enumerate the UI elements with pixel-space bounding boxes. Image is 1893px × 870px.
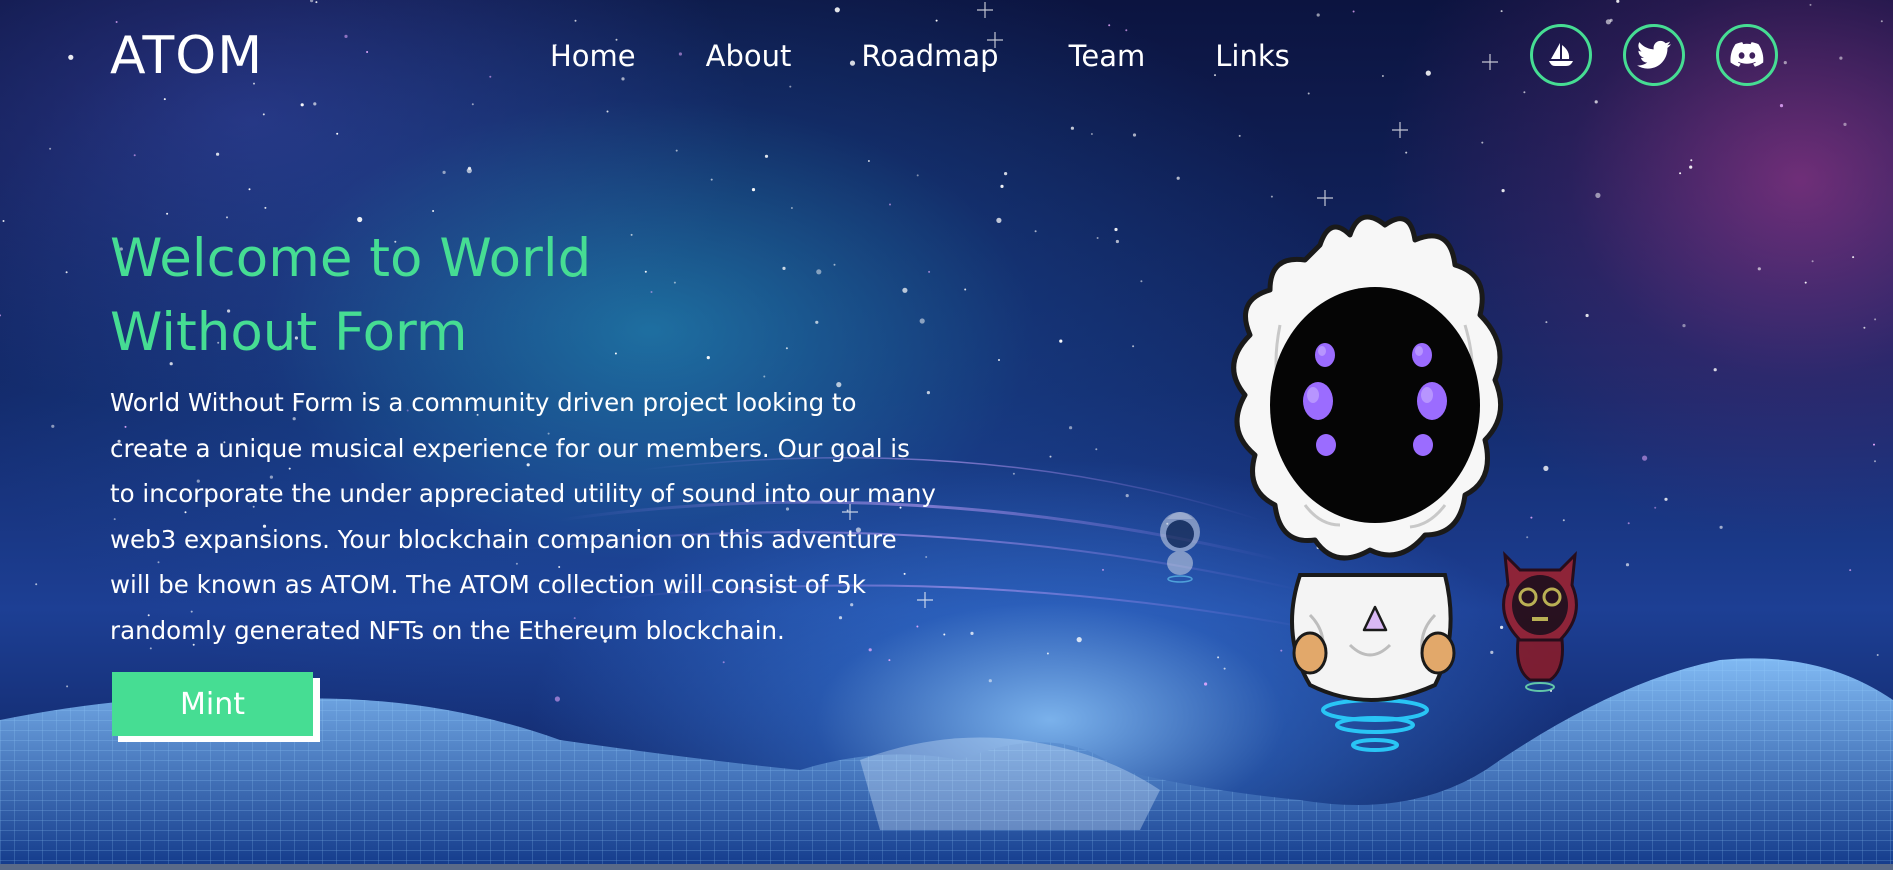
discord-icon	[1730, 42, 1764, 67]
hero-description: World Without Form is a community driven…	[110, 388, 936, 645]
nav-roadmap[interactable]: Roadmap	[861, 36, 998, 76]
small-atom-character-left	[1160, 512, 1200, 583]
nav-team[interactable]: Team	[1069, 36, 1146, 76]
small-atom-character-right	[1502, 550, 1578, 692]
twitter-link-button[interactable]	[1623, 24, 1685, 86]
hero-section: ATOM Home About Roadmap Team Links Welco…	[0, 0, 1893, 870]
nav-home[interactable]: Home	[550, 36, 636, 76]
discord-link-button[interactable]	[1716, 24, 1778, 86]
mint-button-wrapper: Mint	[112, 672, 320, 742]
hero-title: Welcome to World Without Form	[110, 222, 630, 370]
mint-button[interactable]: Mint	[112, 672, 313, 736]
hero-title-line-1: Welcome to World	[110, 228, 592, 289]
opensea-link-button[interactable]	[1530, 24, 1592, 86]
main-nav: Home About Roadmap Team Links	[550, 36, 1360, 76]
hero-title-line-2: Without Form	[110, 302, 468, 363]
nav-about[interactable]: About	[706, 36, 792, 76]
social-links	[1530, 24, 1778, 86]
nav-links[interactable]: Links	[1215, 36, 1290, 76]
twitter-bird-icon	[1637, 40, 1671, 69]
logo[interactable]: ATOM	[110, 26, 263, 86]
opensea-sailboat-icon	[1549, 43, 1573, 66]
